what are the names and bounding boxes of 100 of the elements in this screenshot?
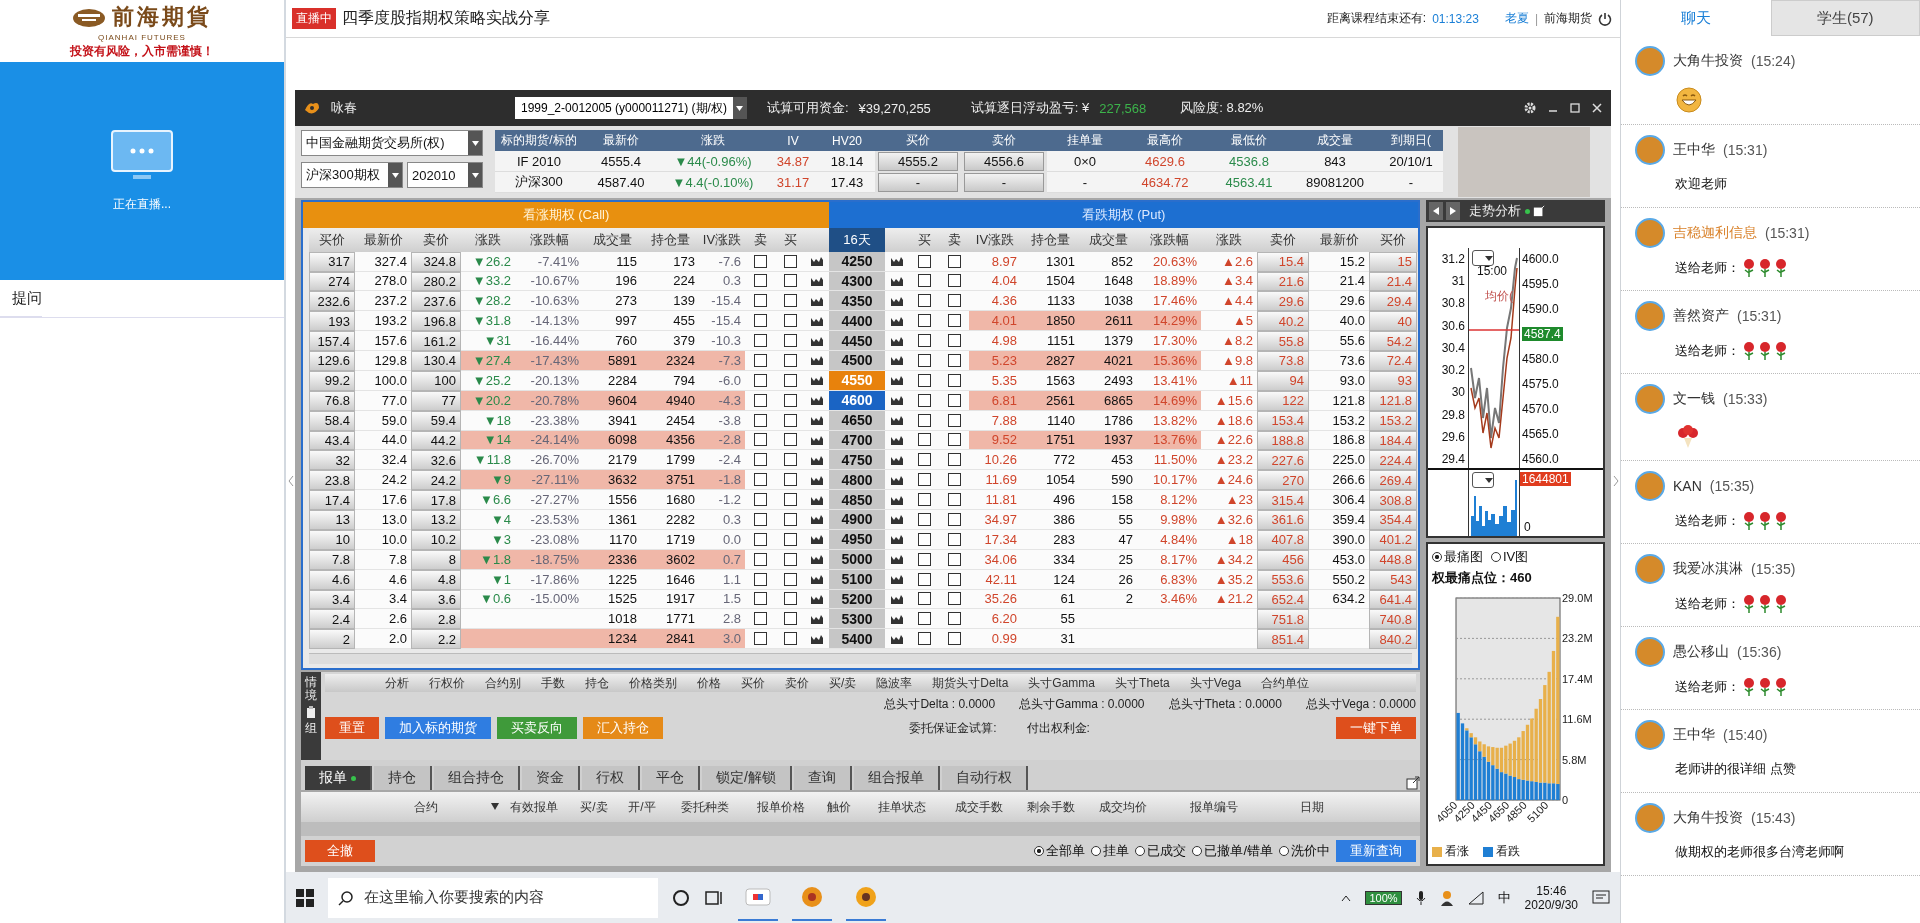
- quote-button[interactable]: 32: [309, 450, 355, 471]
- month-dropdown[interactable]: 202010: [407, 162, 483, 188]
- quote-button[interactable]: 73.8: [1257, 351, 1309, 371]
- taskbar-search-field[interactable]: 在这里输入你要搜索的内容: [328, 877, 658, 918]
- quote-button[interactable]: 193: [309, 311, 355, 332]
- quote-button[interactable]: 153.2: [1369, 410, 1417, 431]
- quote-button[interactable]: 99.2: [309, 370, 355, 391]
- quote-button[interactable]: 280.2: [411, 271, 461, 292]
- strike-price-cell[interactable]: 4650: [829, 410, 885, 431]
- quote-button[interactable]: 100: [411, 370, 461, 391]
- filter-radio[interactable]: 洗价中: [1279, 842, 1330, 860]
- quote-button[interactable]: 751.8: [1257, 609, 1309, 630]
- strike-price-cell[interactable]: 4850: [829, 490, 885, 511]
- strike-price-cell[interactable]: 4950: [829, 529, 885, 550]
- strike-price-cell[interactable]: 4450: [829, 331, 885, 352]
- tab[interactable]: 组合报单: [853, 766, 940, 790]
- quote-button[interactable]: 4.8: [411, 569, 461, 590]
- quote-button[interactable]: 4.6: [309, 569, 355, 590]
- teacher-link[interactable]: 老夏: [1504, 10, 1529, 27]
- chart-mode-radio[interactable]: IV图: [1491, 548, 1529, 566]
- quote-button[interactable]: 407.8: [1257, 529, 1309, 550]
- quote-button[interactable]: 2: [309, 629, 355, 650]
- quote-button[interactable]: 10: [309, 529, 355, 550]
- strike-price-cell[interactable]: 4400: [829, 311, 885, 332]
- quote-button[interactable]: 196.8: [411, 311, 461, 332]
- quote-button[interactable]: 153.4: [1257, 410, 1309, 431]
- quote-button[interactable]: 40.2: [1257, 311, 1309, 332]
- quote-button[interactable]: 24.2: [411, 470, 461, 491]
- quote-button[interactable]: 44.2: [411, 430, 461, 451]
- quote-button[interactable]: 317: [309, 251, 355, 272]
- tab[interactable]: 锁定/解锁: [702, 766, 792, 790]
- account-dropdown[interactable]: 1999_2-0012005 (y000011271) (期/权): [515, 97, 747, 119]
- quote-button[interactable]: 2.4: [309, 609, 355, 630]
- action-button[interactable]: 重置: [325, 717, 379, 739]
- quote-button[interactable]: 161.2: [411, 331, 461, 352]
- quote-button[interactable]: 121.8: [1369, 390, 1417, 411]
- quote-button[interactable]: 184.4: [1369, 430, 1417, 451]
- quote-button[interactable]: 851.4: [1257, 629, 1309, 650]
- action-button[interactable]: 买卖反向: [497, 717, 577, 739]
- quote-button[interactable]: 77: [411, 390, 461, 411]
- action-button[interactable]: 加入标的期货: [385, 717, 491, 739]
- quote-button[interactable]: -: [878, 173, 958, 192]
- quote-button[interactable]: 13.2: [411, 510, 461, 530]
- submit-order-button[interactable]: 一键下单: [1336, 717, 1416, 739]
- strike-price-cell[interactable]: 4350: [829, 291, 885, 312]
- quote-button[interactable]: 237.6: [411, 291, 461, 312]
- quote-button[interactable]: 129.6: [309, 351, 355, 371]
- strike-price-cell[interactable]: 5100: [829, 569, 885, 590]
- tab[interactable]: 平仓: [642, 766, 700, 790]
- quote-button[interactable]: 543: [1369, 569, 1417, 590]
- quote-button[interactable]: 43.4: [309, 430, 355, 451]
- quote-button[interactable]: 55.8: [1257, 331, 1309, 352]
- quote-button[interactable]: 8: [411, 549, 461, 570]
- quote-button[interactable]: 72.4: [1369, 351, 1417, 371]
- quote-button[interactable]: 269.4: [1369, 470, 1417, 491]
- quote-button[interactable]: 188.8: [1257, 430, 1309, 451]
- chart-mode-radio[interactable]: 最痛图: [1432, 548, 1483, 566]
- quote-button[interactable]: 553.6: [1257, 569, 1309, 590]
- question-tab[interactable]: 提问: [0, 280, 42, 317]
- quote-button[interactable]: 3.6: [411, 589, 461, 610]
- quote-button[interactable]: 130.4: [411, 351, 461, 371]
- quote-button[interactable]: 7.8: [309, 549, 355, 570]
- strike-price-cell[interactable]: 4500: [829, 351, 885, 371]
- quote-button[interactable]: 17.4: [309, 490, 355, 511]
- strike-price-cell[interactable]: 4700: [829, 430, 885, 451]
- quote-button[interactable]: 227.6: [1257, 450, 1309, 471]
- side-tab[interactable]: 组: [305, 722, 317, 736]
- tab[interactable]: 报单: [305, 766, 372, 790]
- quote-button[interactable]: 157.4: [309, 331, 355, 352]
- tab[interactable]: 学生(57): [1770, 0, 1920, 36]
- strike-price-cell[interactable]: 4800: [829, 470, 885, 491]
- quote-button[interactable]: 324.8: [411, 251, 461, 272]
- quote-button[interactable]: 4556.6: [964, 152, 1044, 171]
- quote-button[interactable]: 840.2: [1369, 629, 1417, 650]
- quote-button[interactable]: 15.4: [1257, 251, 1309, 272]
- quote-button[interactable]: 361.6: [1257, 510, 1309, 530]
- tab[interactable]: 组合持仓: [434, 766, 520, 790]
- quote-button[interactable]: 740.8: [1369, 609, 1417, 630]
- quote-button[interactable]: 308.8: [1369, 490, 1417, 511]
- tab[interactable]: 自动行权: [941, 766, 1028, 790]
- strike-price-cell[interactable]: 4900: [829, 510, 885, 530]
- requery-button[interactable]: 重新查询: [1336, 840, 1416, 862]
- quote-button[interactable]: 4555.2: [878, 152, 958, 171]
- quote-button[interactable]: 93: [1369, 370, 1417, 391]
- quote-button[interactable]: 13: [309, 510, 355, 530]
- exchange-dropdown[interactable]: 中国金融期货交易所(权): [301, 130, 483, 156]
- quote-button[interactable]: 58.4: [309, 410, 355, 431]
- quote-button[interactable]: -: [964, 173, 1044, 192]
- filter-radio[interactable]: 已成交: [1135, 842, 1187, 860]
- filter-radio[interactable]: 已撤单/错单: [1192, 842, 1273, 860]
- input-method-indicator[interactable]: 中: [1497, 888, 1511, 907]
- quote-button[interactable]: 17.8: [411, 490, 461, 511]
- quote-button[interactable]: 10.2: [411, 529, 461, 550]
- product-dropdown[interactable]: 沪深300期权: [301, 162, 403, 188]
- strike-price-cell[interactable]: 5200: [829, 589, 885, 610]
- quote-button[interactable]: 23.8: [309, 470, 355, 491]
- strike-price-cell[interactable]: 5000: [829, 549, 885, 570]
- tab[interactable]: 查询: [793, 766, 852, 790]
- quote-button[interactable]: 76.8: [309, 390, 355, 411]
- quote-button[interactable]: 29.6: [1257, 291, 1309, 312]
